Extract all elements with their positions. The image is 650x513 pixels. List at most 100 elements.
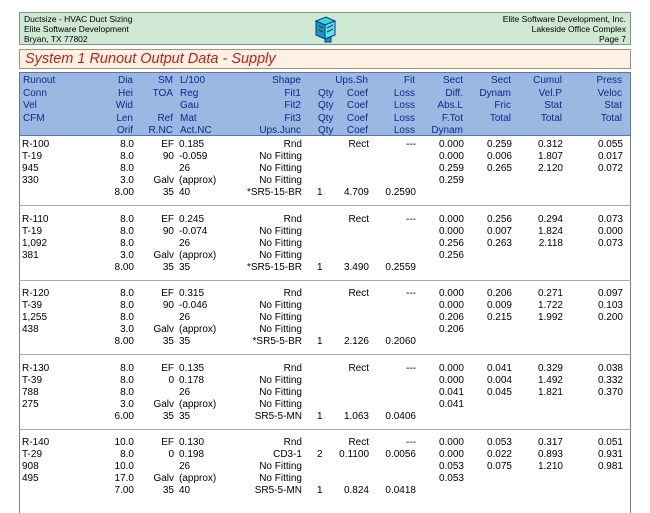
column-headers: Runout Conn Vel CFM Dia Hei Wid Len Orif SM TOA R… bbox=[19, 72, 631, 136]
table-cell: EF bbox=[161, 288, 174, 299]
table-cell: 1 bbox=[317, 187, 323, 198]
table-cell: EF bbox=[161, 437, 174, 448]
header-left-line: Ductsize - HVAC Duct Sizing bbox=[24, 14, 133, 24]
table-cell: --- bbox=[406, 213, 416, 225]
table-cell: --- bbox=[406, 362, 416, 374]
table-cell: 8.0 bbox=[120, 139, 134, 150]
table-cell: R-140 bbox=[22, 437, 50, 448]
column-header-line: Press bbox=[596, 75, 622, 86]
table-row: T-39 8.0 90 -0.046 No Fitting 0.000 0.009 1.722… bbox=[19, 300, 631, 312]
table-cell: 2 bbox=[317, 449, 323, 460]
table-cell: 10.0 bbox=[114, 437, 134, 448]
column-header-line: Vel bbox=[23, 100, 37, 111]
table-cell: 1 bbox=[317, 485, 323, 496]
table-cell: No Fitting bbox=[259, 163, 302, 174]
column-header-line: F.Tot bbox=[441, 112, 463, 124]
table-row: 330 3.0 Galv (approx) No Fitting 0.259 bbox=[19, 175, 631, 187]
table-cell: SR5-5-MN bbox=[254, 410, 302, 422]
table-cell: 8.0 bbox=[120, 374, 134, 386]
table-cell: No Fitting bbox=[259, 386, 302, 398]
table-row: 495 17.0 Galv (approx) No Fitting 0.053 bbox=[19, 473, 631, 485]
page-number: Page 7 bbox=[599, 34, 626, 44]
table-cell: Rnd bbox=[283, 213, 302, 225]
table-cell: 0.0418 bbox=[385, 485, 416, 496]
table-cell: 40 bbox=[179, 187, 191, 198]
column-header-line: Fit1 bbox=[284, 87, 301, 99]
table-cell: 8.0 bbox=[120, 151, 134, 162]
table-cell: *SR5-15-BR bbox=[246, 187, 302, 198]
table-cell: T-19 bbox=[22, 225, 43, 237]
table-cell: 1,092 bbox=[22, 237, 48, 249]
table-cell: No Fitting bbox=[259, 249, 302, 261]
table-cell: SR5-5-MN bbox=[254, 485, 302, 496]
table-cell: 0.256 bbox=[438, 249, 464, 261]
column-header-line: Conn bbox=[23, 87, 47, 99]
table-cell: 0.041 bbox=[438, 398, 464, 410]
table-cell: 35 bbox=[162, 410, 174, 422]
table-cell: T-19 bbox=[22, 151, 43, 162]
column-header-c1: Runout Conn Vel CFM bbox=[23, 75, 55, 138]
table-cell: 0.2559 bbox=[385, 261, 416, 273]
table-cell: 0.2590 bbox=[385, 187, 416, 198]
table-cell: No Fitting bbox=[259, 473, 302, 484]
table-cell: 330 bbox=[22, 175, 39, 186]
table-row: R-110 8.0 EF 0.245 Rnd Rect --- 0.000 0.256 0.294… bbox=[19, 214, 631, 226]
table-cell: 0.259 bbox=[438, 175, 464, 186]
table-row: 8.00 35 35 *SR5-5-BR 1 2.126 0.2060 bbox=[19, 336, 631, 348]
table-cell: 8.00 bbox=[114, 261, 134, 273]
table-row: 6.00 35 35 SR5-5-MN 1 1.063 0.0406 bbox=[19, 411, 631, 423]
table-row: T-19 8.0 90 -0.074 No Fitting 0.000 0.007 1.824… bbox=[19, 226, 631, 238]
column-header-line: Vel.P bbox=[538, 87, 562, 99]
table-cell: 495 bbox=[22, 473, 39, 484]
table-cell: No Fitting bbox=[259, 300, 302, 311]
table-cell: 0.198 bbox=[179, 449, 205, 460]
column-header-line: Loss bbox=[393, 87, 415, 99]
header-right-line: Elite Software Development, Inc. bbox=[502, 14, 626, 24]
table-cell: 3.490 bbox=[343, 261, 369, 273]
table-cell: 0.073 bbox=[597, 213, 623, 225]
table-cell: 0.206 bbox=[438, 324, 464, 335]
column-header-c4: L/100 Reg Gau Mat Act.NC bbox=[180, 75, 212, 138]
table-cell: 0.017 bbox=[597, 151, 623, 162]
column-header-line: Sect bbox=[442, 75, 463, 86]
table-cell: 0.000 bbox=[597, 225, 623, 237]
table-cell: EF bbox=[161, 362, 174, 374]
table-cell: 0.073 bbox=[597, 237, 623, 249]
column-header-line: Abs.L bbox=[437, 100, 463, 111]
table-cell: 0.0056 bbox=[385, 449, 416, 460]
table-cell: 0.931 bbox=[597, 449, 623, 460]
table-cell: 1.824 bbox=[537, 225, 563, 237]
table-cell: 438 bbox=[22, 324, 39, 335]
table-cell: 7.00 bbox=[114, 485, 134, 496]
table-cell: --- bbox=[406, 437, 416, 448]
table-row: R-100 8.0 EF 0.185 Rnd Rect --- 0.000 0.259 0.312… bbox=[19, 139, 631, 151]
table-cell: 8.00 bbox=[114, 187, 134, 198]
table-cell: 0 bbox=[168, 449, 174, 460]
table-cell: 0.824 bbox=[343, 485, 369, 496]
table-cell: 0.007 bbox=[486, 225, 512, 237]
column-header-line: Coef bbox=[346, 87, 368, 99]
column-header-c11: Cumul Vel.P Stat Total bbox=[533, 75, 562, 138]
table-cell: T-29 bbox=[22, 449, 43, 460]
table-row: R-120 8.0 EF 0.315 Rnd Rect --- 0.000 0.206 0.271… bbox=[19, 288, 631, 300]
table-cell: Galv bbox=[153, 324, 174, 335]
table-cell: T-39 bbox=[22, 374, 43, 386]
table-cell: 6.00 bbox=[114, 410, 134, 422]
table-cell: 8.0 bbox=[120, 288, 134, 299]
table-cell: 0.000 bbox=[438, 213, 464, 225]
header-left-line: Elite Software Development bbox=[24, 24, 129, 34]
column-header-line: Qty bbox=[318, 112, 334, 124]
column-header-line: Shape bbox=[272, 75, 301, 86]
table-row: 275 3.0 Galv (approx) No Fitting 0.041 bbox=[19, 399, 631, 411]
table-cell: No Fitting bbox=[259, 312, 302, 323]
runout-block: R-140 10.0 EF 0.130 Rnd Rect --- 0.000 0.053 0.31… bbox=[19, 437, 631, 499]
table-cell: R-130 bbox=[22, 362, 50, 374]
table-cell: *SR5-5-BR bbox=[252, 336, 302, 347]
table-cell: 0.185 bbox=[179, 139, 205, 150]
report-header: Ductsize - HVAC Duct Sizing Elite Softwa… bbox=[19, 12, 631, 45]
table-cell: 0.000 bbox=[438, 437, 464, 448]
table-cell: 0.259 bbox=[486, 139, 512, 150]
table-cell: Rect bbox=[348, 362, 369, 374]
column-header-line: Sect bbox=[490, 75, 511, 86]
column-header-line bbox=[149, 100, 173, 113]
